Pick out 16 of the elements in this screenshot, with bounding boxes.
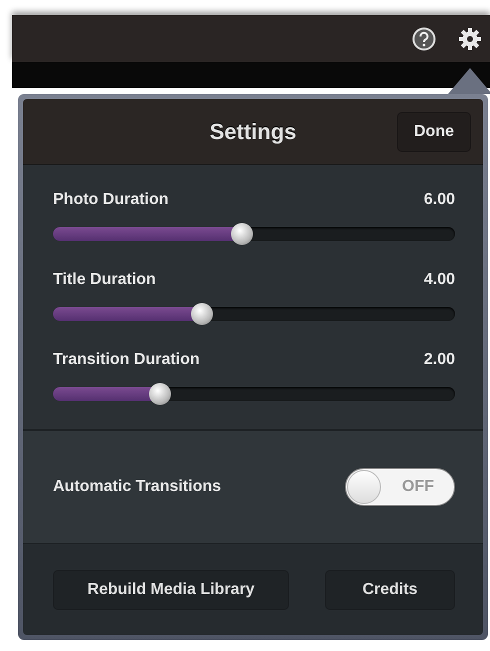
slider-value: 6.00 [424,191,455,209]
credits-button[interactable]: Credits [325,570,455,610]
slider-value: 2.00 [424,351,455,369]
slider-label: Photo Duration [53,191,169,209]
done-button[interactable]: Done [397,112,471,152]
slider-label: Transition Duration [53,351,200,369]
slider-thumb[interactable] [148,383,171,405]
slider-thumb[interactable] [230,223,253,245]
rebuild-button[interactable]: Rebuild Media Library [53,570,289,610]
slider-value: 4.00 [424,271,455,289]
help-icon[interactable] [412,26,436,50]
toggle-label: Automatic Transitions [53,478,222,496]
settings-title: Settings [210,118,296,144]
slider-thumb[interactable] [190,303,213,325]
slider-label: Title Duration [53,271,156,289]
settings-icon[interactable] [458,26,482,50]
